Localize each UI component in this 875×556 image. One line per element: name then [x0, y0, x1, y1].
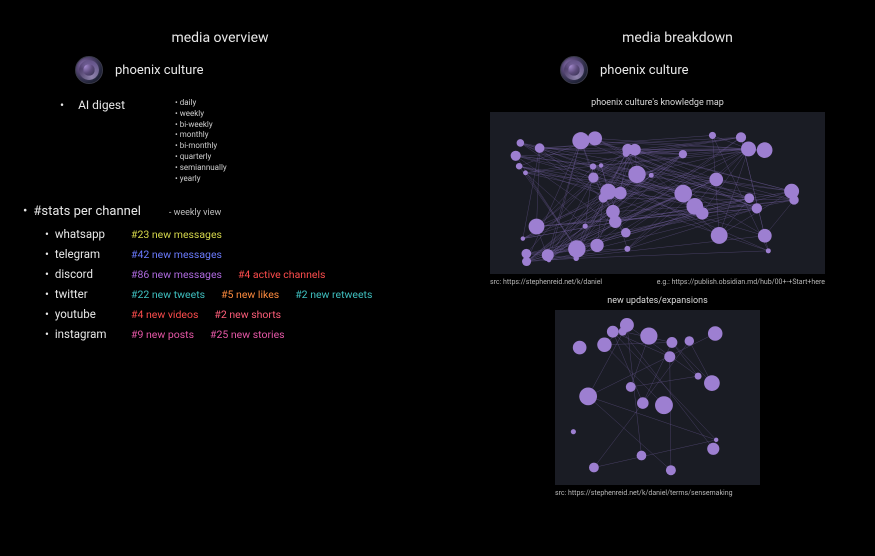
frequency-list: dailyweeklybi-weeklymonthlybi-monthlyqua…: [175, 98, 227, 184]
stats-per-channel-label: #stats per channel: [23, 204, 141, 219]
channel-name: instagram: [45, 327, 115, 341]
channel-stat: #25 new stories: [210, 328, 285, 341]
digest-row: AI digest dailyweeklybi-weeklymonthlybi-…: [60, 98, 425, 184]
knowledge-map-title: phoenix culture's knowledge map: [450, 98, 865, 108]
channel-stat: #42 new messages: [131, 248, 222, 261]
phoenix-avatar-icon: [560, 56, 588, 84]
channel-stat: #5 new likes: [221, 288, 279, 301]
frequency-item: weekly: [175, 109, 227, 120]
channel-name: youtube: [45, 307, 115, 321]
updates-graph: [555, 310, 760, 485]
weekly-view-label: - weekly view: [169, 208, 221, 218]
graph1-eg: e.g.: https://publish.obsidian.md/hub/00…: [657, 278, 825, 286]
breakdown-title: media breakdown: [490, 30, 865, 46]
graph1-src: src: https://stephenreid.net/k/daniel: [490, 278, 602, 286]
channel-stat: #22 new tweets: [131, 288, 205, 301]
knowledge-map-captions: src: https://stephenreid.net/k/daniel e.…: [490, 278, 825, 286]
frequency-item: monthly: [175, 130, 227, 141]
media-overview-panel: media overview phoenix culture AI digest…: [0, 0, 440, 556]
channel-row: twitter #22 new tweets #5 new likes #2 new …: [45, 287, 425, 301]
channel-row: whatsapp #23 new messages: [45, 227, 425, 241]
updates-title: new updates/expansions: [450, 296, 865, 306]
channel-row: instagram #9 new posts #25 new stories: [45, 327, 425, 341]
channel-stat: #9 new posts: [131, 328, 194, 341]
channel-stat: #4 active channels: [238, 268, 326, 281]
frequency-item: quarterly: [175, 152, 227, 163]
frequency-item: semiannually: [175, 163, 227, 174]
phoenix-avatar-icon: [75, 56, 103, 84]
channel-row: discord #86 new messages #4 active channel…: [45, 267, 425, 281]
channel-name: telegram: [45, 247, 115, 261]
channel-name: whatsapp: [45, 227, 115, 241]
media-breakdown-panel: media breakdown phoenix culture phoenix …: [440, 0, 875, 556]
knowledge-map-graph: [490, 112, 825, 274]
brand-name-right: phoenix culture: [600, 63, 689, 78]
channel-row: telegram #42 new messages: [45, 247, 425, 261]
channel-row: youtube #4 new videos #2 new shorts: [45, 307, 425, 321]
stats-header: #stats per channel - weekly view: [23, 204, 425, 219]
graph2-src: src: https://stephenreid.net/k/daniel/te…: [555, 489, 760, 497]
frequency-item: bi-monthly: [175, 141, 227, 152]
frequency-item: yearly: [175, 174, 227, 185]
ai-digest-label: AI digest: [60, 98, 125, 112]
channel-name: twitter: [45, 287, 115, 301]
channel-stat: #2 new retweets: [295, 288, 372, 301]
brand-row: phoenix culture: [75, 56, 425, 84]
brand-row-right: phoenix culture: [560, 56, 865, 84]
channel-list: whatsapp #23 new messages telegram #42 new …: [45, 227, 425, 341]
channel-stat: #86 new messages: [131, 268, 222, 281]
frequency-item: daily: [175, 98, 227, 109]
brand-name: phoenix culture: [115, 63, 204, 78]
frequency-item: bi-weekly: [175, 120, 227, 131]
channel-name: discord: [45, 267, 115, 281]
overview-title: media overview: [15, 30, 425, 46]
channel-stat: #4 new videos: [131, 308, 198, 321]
channel-stat: #23 new messages: [131, 228, 222, 241]
channel-stat: #2 new shorts: [214, 308, 281, 321]
